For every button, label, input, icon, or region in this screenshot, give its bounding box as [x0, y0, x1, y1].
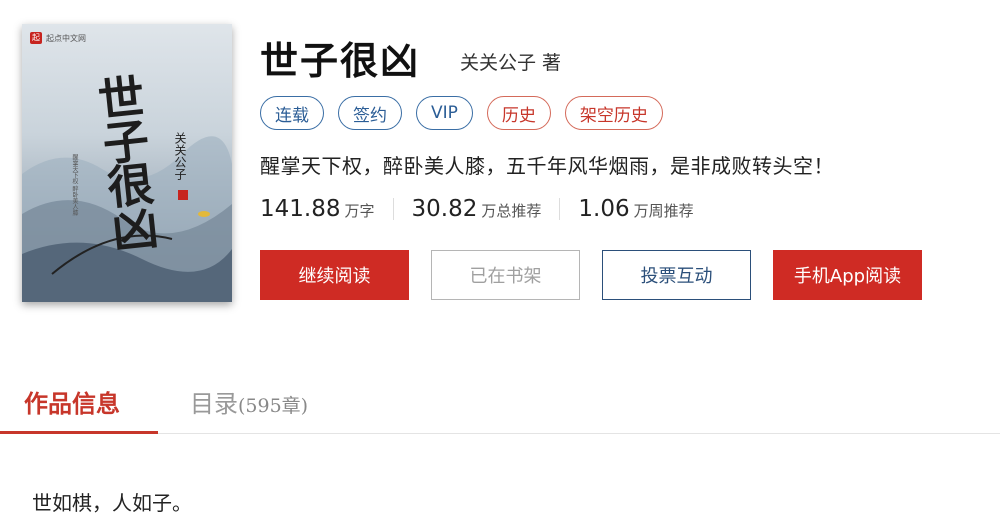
book-cover[interactable]: 起 起点中文网 世子很凶 关关公子 醒掌天下权 醉卧美人膝 — [22, 24, 232, 302]
cover-brand: 起 起点中文网 — [30, 32, 86, 44]
stat-value: 30.82 — [411, 196, 478, 222]
stat-weekly-recommend: 1.06 万周推荐 — [578, 196, 693, 222]
cover-brand-text: 起点中文网 — [46, 33, 86, 43]
qidian-logo-icon: 起 — [30, 32, 42, 44]
book-stats: 141.88 万字 30.82 万总推荐 1.06 万周推荐 — [260, 196, 694, 222]
book-title: 世子很凶 — [260, 39, 421, 83]
tag-signed[interactable]: 签约 — [338, 96, 402, 130]
tab-catalog-count: (595章) — [238, 395, 309, 417]
tab-catalog[interactable]: 目录(595章) — [190, 384, 308, 419]
stat-word-count: 141.88 万字 — [260, 196, 375, 222]
vote-button[interactable]: 投票互动 — [602, 250, 751, 300]
tab-book-info[interactable]: 作品信息 — [24, 384, 120, 419]
cover-seal — [178, 190, 188, 200]
tag-alt-history[interactable]: 架空历史 — [564, 96, 663, 130]
app-read-button[interactable]: 手机App阅读 — [773, 250, 922, 300]
cover-author: 关关公子 — [173, 132, 187, 180]
on-shelf-button[interactable]: 已在书架 — [431, 250, 580, 300]
tag-vip[interactable]: VIP — [416, 96, 473, 130]
book-intro: 醒掌天下权，醉卧美人膝，五千年风华烟雨，是非成败转头空！ — [260, 154, 834, 178]
stat-unit: 万总推荐 — [481, 202, 542, 220]
tag-serializing[interactable]: 连载 — [260, 96, 324, 130]
stat-total-recommend: 30.82 万总推荐 — [412, 196, 542, 222]
stat-value: 141.88 — [260, 196, 341, 222]
tag-history[interactable]: 历史 — [486, 96, 551, 130]
tab-bar: 作品信息 目录(595章) — [0, 380, 1000, 434]
book-author-link[interactable]: 关关公子 著 — [460, 48, 561, 75]
stat-divider — [559, 198, 561, 220]
stat-unit: 万字 — [344, 202, 375, 220]
stat-value: 1.06 — [578, 196, 630, 222]
cover-subtitle: 醒掌天下权 醉卧美人膝 — [71, 154, 78, 216]
stat-unit: 万周推荐 — [633, 202, 694, 220]
tab-active-indicator — [0, 431, 158, 434]
book-description: 世如棋，人如子。 — [32, 491, 192, 515]
tab-catalog-label: 目录 — [190, 390, 238, 418]
stat-divider — [392, 198, 394, 220]
continue-reading-button[interactable]: 继续阅读 — [260, 250, 409, 300]
tag-list: 连载 签约 VIP 历史 架空历史 — [260, 96, 663, 130]
action-buttons: 继续阅读 已在书架 投票互动 手机App阅读 — [260, 250, 922, 300]
